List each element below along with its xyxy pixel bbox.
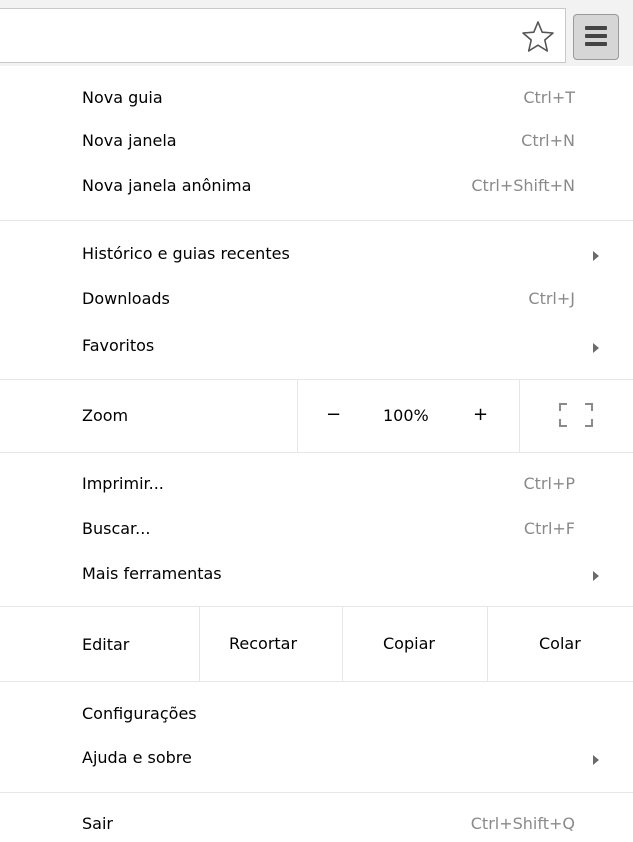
fullscreen-icon[interactable] [558, 402, 594, 428]
menu-item-label: Sair [82, 814, 113, 833]
zoom-level: 100% [383, 406, 429, 425]
menu-item-label: Downloads [82, 289, 170, 308]
menu-item-incognito[interactable]: Nova janela anônima Ctrl+Shift+N [0, 168, 633, 204]
menu-item-label: Nova guia [82, 88, 163, 107]
address-bar[interactable] [0, 8, 566, 63]
copy-button[interactable]: Copiar [343, 607, 487, 681]
paste-label: Colar [539, 634, 581, 653]
menu-item-label: Mais ferramentas [82, 564, 222, 583]
star-icon[interactable] [520, 19, 556, 55]
menu-separator [0, 792, 633, 793]
chevron-right-icon [593, 571, 599, 581]
menu-item-label: Configurações [82, 704, 197, 723]
cut-button[interactable]: Recortar [200, 607, 342, 681]
menu-item-history[interactable]: Histórico e guias recentes [0, 236, 633, 272]
menu-item-label: Imprimir... [82, 474, 164, 493]
menu-item-label: Nova janela [82, 131, 177, 150]
hamburger-menu-icon[interactable] [573, 14, 619, 60]
browser-toolbar [0, 0, 633, 66]
menu-item-label: Buscar... [82, 519, 151, 538]
menu-item-label: Nova janela anônima [82, 176, 252, 195]
shortcut-label: Ctrl+F [523, 519, 575, 538]
shortcut-label: Ctrl+Shift+N [471, 176, 575, 195]
chevron-right-icon [593, 755, 599, 765]
cut-label: Recortar [229, 634, 298, 653]
menu-item-help[interactable]: Ajuda e sobre [0, 740, 633, 776]
shortcut-label: Ctrl+T [523, 88, 575, 107]
menu-item-new-window[interactable]: Nova janela Ctrl+N [0, 123, 633, 159]
edit-label: Editar [82, 635, 130, 654]
shortcut-label: Ctrl+P [523, 474, 575, 493]
zoom-label: Zoom [82, 406, 129, 425]
paste-button[interactable]: Colar [488, 607, 633, 681]
copy-label: Copiar [383, 634, 435, 653]
chevron-right-icon [593, 251, 599, 261]
menu-separator [0, 220, 633, 221]
menu-separator [0, 452, 633, 453]
chevron-right-icon [593, 343, 599, 353]
menu-item-bookmarks[interactable]: Favoritos [0, 328, 633, 364]
menu-item-new-tab[interactable]: Nova guia Ctrl+T [0, 80, 633, 116]
menu-item-downloads[interactable]: Downloads Ctrl+J [0, 281, 633, 317]
shortcut-label: Ctrl+J [528, 289, 575, 308]
edit-row: Editar Recortar Copiar Colar [0, 607, 633, 681]
chrome-menu: Nova guia Ctrl+T Nova janela Ctrl+N Nova… [0, 68, 633, 840]
menu-item-print[interactable]: Imprimir... Ctrl+P [0, 466, 633, 502]
shortcut-label: Ctrl+Shift+Q [470, 814, 575, 833]
menu-separator [0, 681, 633, 682]
menu-item-find[interactable]: Buscar... Ctrl+F [0, 511, 633, 547]
menu-item-label: Histórico e guias recentes [82, 244, 290, 263]
menu-item-exit[interactable]: Sair Ctrl+Shift+Q [0, 806, 633, 842]
menu-item-label: Ajuda e sobre [82, 748, 192, 767]
zoom-in-button[interactable]: + [473, 404, 488, 425]
zoom-row: Zoom − 100% + [0, 380, 633, 452]
zoom-out-button[interactable]: − [326, 404, 341, 425]
shortcut-label: Ctrl+N [521, 131, 575, 150]
zoom-divider [519, 380, 520, 452]
menu-item-settings[interactable]: Configurações [0, 696, 633, 732]
menu-item-label: Favoritos [82, 336, 155, 355]
zoom-divider [297, 380, 298, 452]
menu-item-more-tools[interactable]: Mais ferramentas [0, 556, 633, 592]
